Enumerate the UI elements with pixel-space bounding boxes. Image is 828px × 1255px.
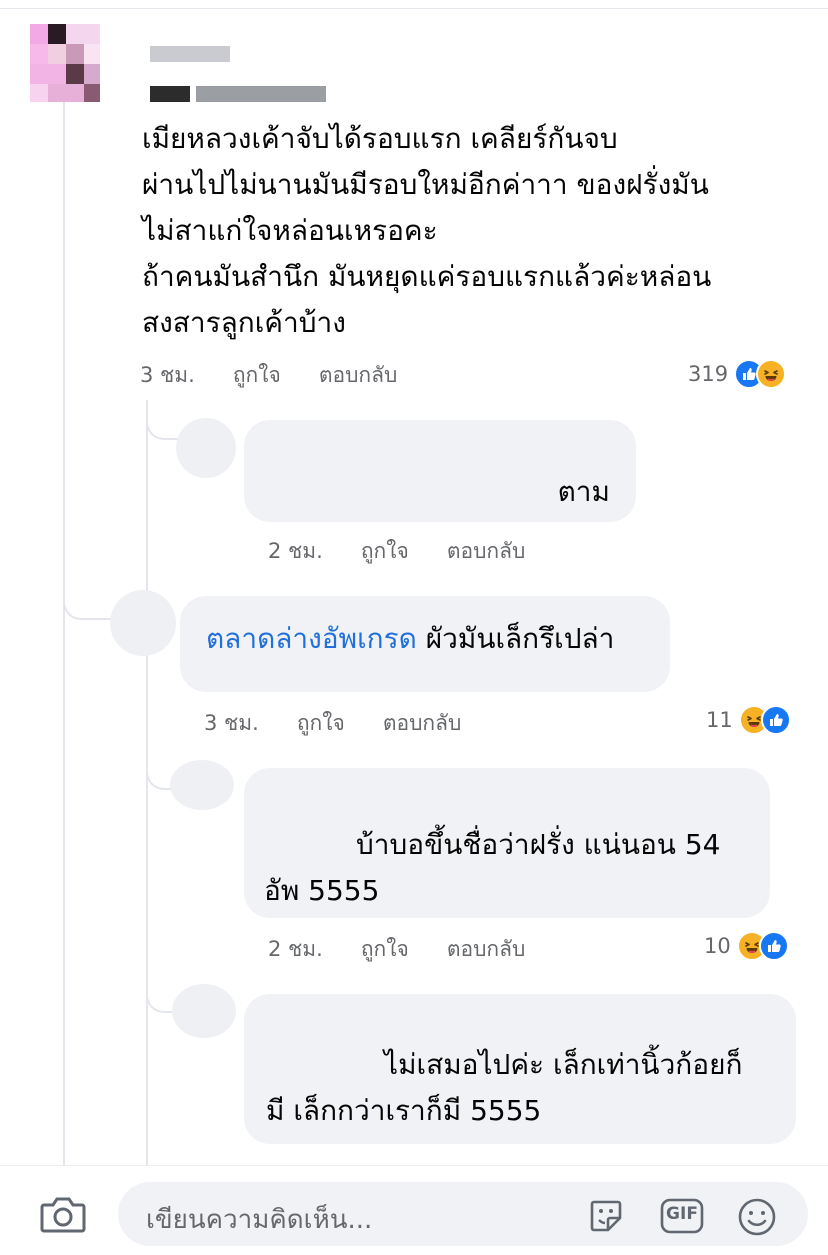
reply-meta: 2 ชม. ถูกใจ ตอบกลับ: [268, 536, 563, 566]
like-link[interactable]: ถูกใจ: [361, 933, 409, 966]
comment-meta: 3 ชม. ถูกใจ ตอบกลับ: [140, 360, 435, 390]
author-name-redacted: [196, 86, 326, 102]
reply-text-line: มี เล็กกว่าเราก็มี 5555: [266, 1094, 542, 1127]
haha-reaction-icon: [756, 359, 787, 389]
gif-button[interactable]: GIF: [660, 1196, 704, 1236]
comment-text-line: เมียหลวงเค้าจับได้รอบแรก เคลียร์กันจบ: [142, 122, 618, 155]
comment-body: เมียหลวงเค้าจับได้รอบแรก เคลียร์กันจบ ผ่…: [118, 110, 778, 346]
like-reaction-icon: [758, 931, 789, 961]
reaction-count: 11: [706, 708, 733, 732]
avatar[interactable]: [176, 418, 236, 478]
avatar[interactable]: [110, 590, 176, 656]
reply-text-line: ไม่เสมอไปค่ะ เล็กเท่านิ้วก้อยก็: [384, 1048, 743, 1081]
comment-time: 3 ชม.: [140, 362, 195, 387]
reply-link[interactable]: ตอบกลับ: [447, 933, 526, 966]
reply-bubble: ตาม: [244, 420, 636, 522]
comment-input-placeholder: เขียนความคิดเห็น...: [146, 1205, 373, 1235]
like-reaction-icon: [760, 705, 791, 735]
reply-link[interactable]: ตอบกลับ: [447, 535, 526, 568]
reply-link[interactable]: ตอบกลับ: [383, 707, 462, 740]
comment-text-line: ผ่านไปไม่นานมันมีรอบใหม่อีกค่าาา ของฝรั่…: [142, 168, 709, 201]
sticker-icon[interactable]: [586, 1196, 626, 1236]
reaction-count: 10: [704, 934, 731, 958]
reply-bubble: บ้าบอขึ้นชื่อว่าฝรั่ง แน่นอน 54 อัพ 5555: [244, 768, 770, 918]
reaction-summary[interactable]: 10: [704, 930, 789, 962]
avatar[interactable]: [30, 24, 100, 102]
thread-connector: [63, 560, 113, 620]
reply-text-line: บ้าบอขึ้นชื่อว่าฝรั่ง แน่นอน 54: [356, 828, 721, 861]
reply-meta: 3 ชม. ถูกใจ ตอบกลับ: [204, 708, 499, 738]
reply-bubble: ตลาดล่างอัพเกรด ผัวมันเล็กรึเปล่า: [180, 596, 670, 692]
gif-label: GIF: [666, 1204, 698, 1224]
comment-text-line: สงสารลูกเค้าบ้าง: [142, 306, 346, 339]
mention-link[interactable]: ตลาดล่างอัพเกรด: [206, 622, 417, 655]
comment-time: 2 ชม.: [268, 936, 323, 961]
reply-link[interactable]: ตอบกลับ: [319, 359, 398, 392]
author-name-redacted: [150, 46, 230, 62]
reaction-summary[interactable]: 11: [706, 704, 791, 736]
emoji-icon[interactable]: [736, 1196, 776, 1236]
thread-line-replies: [146, 400, 148, 1170]
like-link[interactable]: ถูกใจ: [361, 535, 409, 568]
thread-line-main: [63, 100, 65, 1170]
reply-text-line: อัพ 5555: [264, 874, 380, 907]
author-name-redacted: [150, 86, 190, 102]
reply-text: ผัวมันเล็กรึเปล่า: [416, 622, 615, 655]
top-divider: [0, 8, 828, 9]
like-link[interactable]: ถูกใจ: [233, 359, 281, 392]
avatar[interactable]: [172, 984, 236, 1038]
avatar[interactable]: [170, 760, 234, 810]
reaction-count: 319: [688, 362, 729, 386]
comment-input[interactable]: เขียนความคิดเห็น... GIF: [118, 1182, 808, 1246]
like-link[interactable]: ถูกใจ: [297, 707, 345, 740]
reply-bubble: ไม่เสมอไปค่ะ เล็กเท่านิ้วก้อยก็ มี เล็กก…: [244, 994, 796, 1144]
comment-composer-bar: เขียนความคิดเห็น... GIF: [0, 1165, 828, 1255]
comment-text-line: ถ้าคนมันสำนึก มันหยุดแค่รอบแรกแล้วค่ะหล่…: [142, 260, 712, 293]
comment-time: 3 ชม.: [204, 710, 259, 735]
camera-icon[interactable]: [40, 1195, 86, 1235]
reaction-summary[interactable]: 319: [688, 358, 787, 390]
reply-meta: 2 ชม. ถูกใจ ตอบกลับ: [268, 934, 563, 964]
comment-time: 2 ชม.: [268, 538, 323, 563]
comment-text-line: ไม่สาแก่ใจหล่อนเหรอคะ: [142, 214, 438, 247]
reply-text: ตาม: [557, 475, 610, 508]
